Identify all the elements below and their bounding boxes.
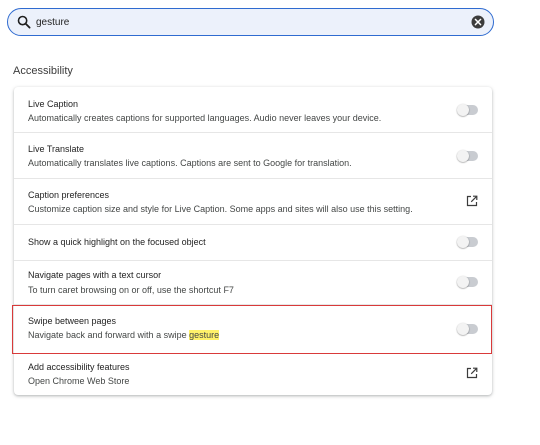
setting-title: Navigate pages with a text cursor	[28, 270, 162, 280]
search-match-highlight: gesture	[189, 330, 220, 340]
open-in-new-icon[interactable]	[466, 195, 478, 207]
setting-row-live-translate[interactable]: Live Translate Automatically translates …	[14, 133, 492, 178]
search-input[interactable]	[36, 13, 456, 31]
setting-description: Customize caption size and style for Liv…	[28, 204, 413, 214]
toggle-knob	[457, 104, 469, 116]
live-caption-toggle[interactable]	[457, 104, 478, 116]
setting-row-add-accessibility-features[interactable]: Add accessibility features Open Chrome W…	[14, 354, 492, 395]
setting-row-swipe-between-pages[interactable]: Swipe between pages Navigate back and fo…	[14, 305, 492, 353]
setting-description: To turn caret browsing on or off, use th…	[28, 285, 234, 295]
accessibility-settings-card: Live Caption Automatically creates capti…	[14, 87, 492, 395]
setting-description-text: Navigate back and forward with a swipe	[28, 330, 190, 340]
setting-description: Navigate back and forward with a swipe g…	[28, 330, 220, 340]
setting-title: Caption preferences	[28, 190, 110, 200]
setting-title: Live Caption	[28, 99, 79, 109]
live-translate-toggle[interactable]	[457, 150, 478, 162]
setting-row-live-caption[interactable]: Live Caption Automatically creates capti…	[14, 87, 492, 132]
toggle-knob	[457, 323, 469, 335]
toggle-knob	[457, 276, 469, 288]
setting-title: Add accessibility features	[28, 362, 130, 372]
setting-title: Show a quick highlight on the focused ob…	[28, 237, 206, 247]
clear-icon[interactable]	[471, 15, 485, 29]
search-bar[interactable]	[7, 8, 494, 36]
toggle-knob	[457, 236, 469, 248]
settings-page: Accessibility Live Caption Automatically…	[0, 0, 540, 445]
open-in-new-icon[interactable]	[466, 367, 478, 379]
setting-description: Automatically translates live captions. …	[28, 158, 352, 168]
setting-title: Live Translate	[28, 144, 85, 154]
setting-description: Open Chrome Web Store	[28, 376, 130, 386]
section-title: Accessibility	[13, 65, 73, 77]
focus-highlight-toggle[interactable]	[457, 236, 478, 248]
setting-description: Automatically creates captions for suppo…	[28, 113, 382, 123]
caret-browsing-toggle[interactable]	[457, 276, 478, 288]
search-icon	[17, 15, 31, 29]
swipe-between-pages-toggle[interactable]	[457, 323, 478, 335]
setting-row-focus-highlight[interactable]: Show a quick highlight on the focused ob…	[14, 225, 492, 260]
setting-title: Swipe between pages	[28, 316, 117, 326]
toggle-knob	[457, 150, 469, 162]
setting-row-caption-preferences[interactable]: Caption preferences Customize caption si…	[14, 179, 492, 224]
setting-row-caret-browsing[interactable]: Navigate pages with a text cursor To tur…	[14, 261, 492, 304]
